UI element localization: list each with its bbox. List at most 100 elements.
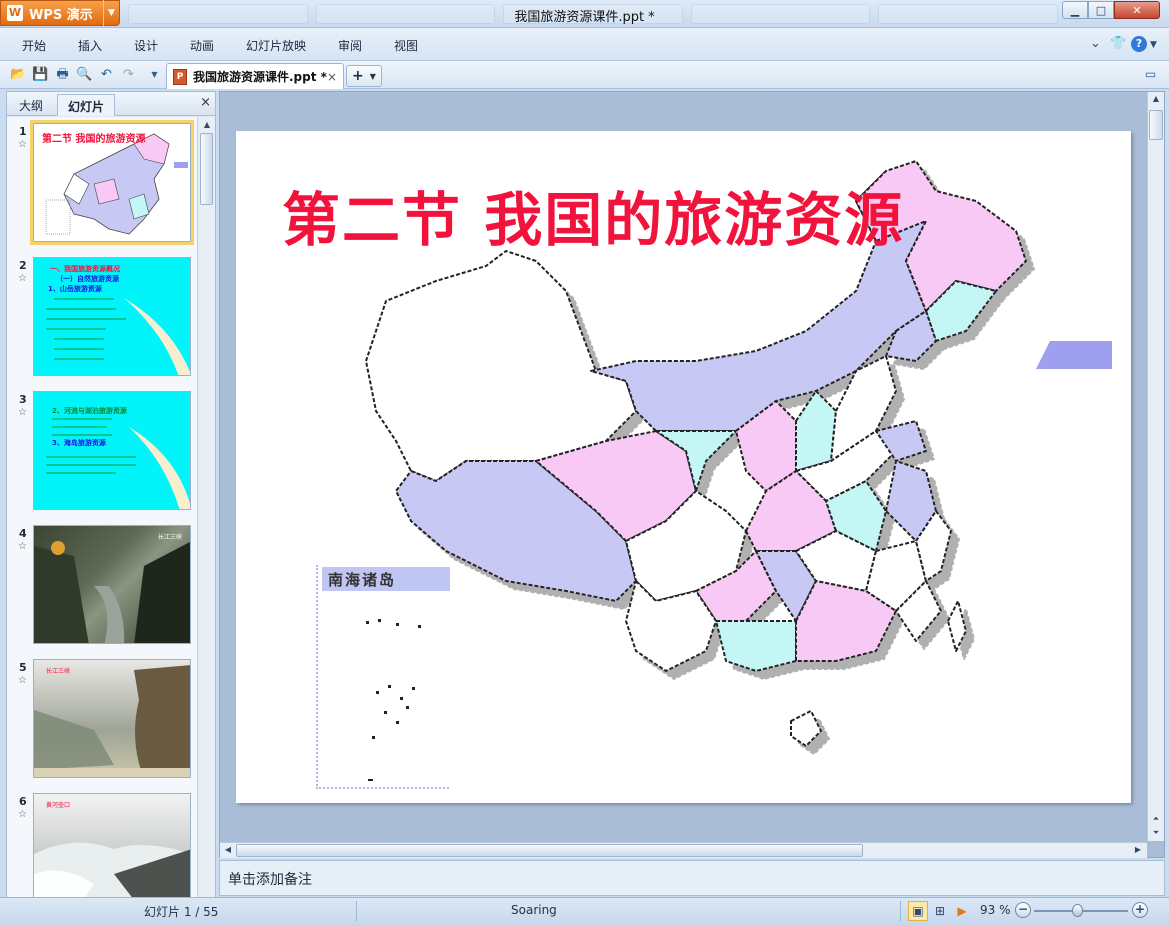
slide-thumbnail-row[interactable]: 1 ☆ 第二节 我国的旅游资源 [7,120,197,253]
scroll-right-icon[interactable]: ▶ [1130,845,1146,854]
slide-number: 6 [19,795,27,808]
menu-bar: 开始 插入 设计 动画 幻灯片放映 审阅 视图 ⌄ 👕 ? ▼ [0,28,1169,61]
ppt-file-icon: P [173,68,187,85]
thumbnail-scrollbar[interactable]: ▲ [197,117,215,897]
tab-slides[interactable]: 幻灯片 [57,94,116,116]
thumbnail-line: 1、山岳旅游资源 [48,285,102,293]
theme-name: Soaring [511,903,557,917]
slide-number: 3 [19,393,27,406]
next-slide-icon[interactable]: ⏷ [1148,828,1164,838]
zoom-out-button[interactable]: − [1015,902,1031,918]
panel-toggle-icon[interactable]: ▭ [1142,66,1159,83]
previous-slide-icon[interactable]: ⏶ [1148,814,1164,824]
animation-star-icon: ☆ [18,541,27,552]
help-button[interactable]: ? [1131,36,1147,52]
pane-tabs: 大纲 幻灯片 × [7,92,215,116]
scroll-thumb[interactable] [236,844,863,857]
chevron-down-icon[interactable]: ▼ [370,72,376,81]
document-tab-label: 我国旅游资源课件.ppt * [193,70,327,84]
slide-counter: 幻灯片 1 / 55 [144,905,219,919]
slide-thumbnail[interactable]: 长江三峡 [33,525,191,644]
title-bar: W WPS 演示 ▼ 我国旅游资源课件.ppt * ▁ □ ✕ [0,0,1169,28]
slide-thumbnail-row[interactable]: 5 ☆ 长江三峡 [7,657,197,789]
close-tab-icon[interactable]: × [327,70,337,84]
chevron-down-icon[interactable]: ⌄ [1090,36,1101,51]
slide-thumbnail[interactable]: 黄河壶口 [33,793,191,897]
editor-vertical-scrollbar[interactable]: ▲ ⏶ ⏷ [1147,92,1164,841]
help-dropdown-icon[interactable]: ▼ [1150,40,1157,50]
close-pane-icon[interactable]: × [200,95,211,110]
menu-design[interactable]: 设计 [134,37,158,54]
thumbnail-title: 第二节 我国的旅游资源 [42,134,146,145]
slide-number: 1 [19,125,27,138]
slide-thumbnail[interactable]: 第二节 我国的旅游资源 [30,120,194,245]
animation-star-icon: ☆ [18,139,27,150]
notes-placeholder: 单击添加备注 [228,872,312,888]
notes-pane[interactable]: 单击添加备注 [219,860,1165,896]
minimize-button[interactable]: ▁ [1062,1,1088,19]
thumbnail-line: 2、河流与湖泊旅游资源 [52,407,127,415]
zoom-in-button[interactable]: + [1132,902,1148,918]
south-china-sea-inset [316,565,449,789]
slide-title[interactable]: 第二节 我国的旅游资源 [282,173,904,257]
slide-number: 2 [19,259,27,272]
slide-thumbnail-row[interactable]: 6 ☆ 黄河壶口 [7,791,197,897]
gorge-photo [34,541,190,643]
slide-thumbnail[interactable]: 长江三峡 [33,659,191,778]
zoom-level[interactable]: 93 % [980,903,1011,917]
slide-thumbnail-row[interactable]: 2 ☆ 一、我国旅游资源概况 （一）自然旅游资源 1、山岳旅游资源 [7,255,197,387]
gorge-photo [34,665,190,777]
menu-home[interactable]: 开始 [22,37,46,54]
slide-thumbnail[interactable]: 2、河流与湖泊旅游资源 3、海岛旅游资源 [33,391,191,510]
window-title: 我国旅游资源课件.ppt * [514,10,655,25]
print-preview-icon[interactable]: 🔍 [76,66,93,83]
plus-icon: + [352,68,364,84]
menu-insert[interactable]: 插入 [78,37,102,54]
menu-animation[interactable]: 动画 [190,37,214,54]
scroll-up-icon[interactable]: ▲ [1148,94,1164,103]
divider [900,901,901,921]
thumbnail-line: 3、海岛旅游资源 [52,439,106,447]
print-icon[interactable]: 🖶 [54,66,71,83]
thumbnail-caption: 黄河壶口 [46,802,71,809]
menu-review[interactable]: 审阅 [338,37,362,54]
open-folder-icon[interactable]: 📂 [10,66,27,83]
help-icon: ? [1131,36,1147,52]
slide-sorter-view-icon[interactable]: ⊞ [930,901,950,921]
animation-star-icon: ☆ [18,675,27,686]
undo-icon[interactable]: ↶ [98,66,115,83]
status-bar: 幻灯片 1 / 55 Soaring ▣ ⊞ ▶ 93 % − + [0,897,1169,925]
animation-star-icon: ☆ [18,273,27,284]
zoom-slider-handle[interactable] [1072,904,1083,917]
dam-photo [34,842,190,897]
customize-dropdown-icon[interactable]: ▼ [146,66,163,83]
quick-access-toolbar: 📂 💾 🖶 🔍 ↶ ↷ ▼ P 我国旅游资源课件.ppt * × + ▼ ▭ [0,61,1169,89]
scroll-up-icon[interactable]: ▲ [199,120,215,129]
blue-parallelogram-shape[interactable] [1036,341,1112,369]
tab-outline[interactable]: 大纲 [9,94,53,116]
menu-slideshow[interactable]: 幻灯片放映 [246,37,306,54]
slideshow-view-icon[interactable]: ▶ [952,901,972,921]
scroll-thumb[interactable] [1149,110,1163,140]
editor-horizontal-scrollbar[interactable]: ◀ ▶ [220,842,1147,858]
redo-icon[interactable]: ↷ [120,66,137,83]
scroll-left-icon[interactable]: ◀ [220,845,236,854]
document-tab[interactable]: P 我国旅游资源课件.ppt * × [166,63,344,89]
close-window-button[interactable]: ✕ [1114,1,1160,19]
slide-thumbnail-row[interactable]: 3 ☆ 2、河流与湖泊旅游资源 3、海岛旅游资源 [7,389,197,521]
maximize-button[interactable]: □ [1088,1,1114,19]
slide-thumbnail-row[interactable]: 4 ☆ 长江三峡 [7,523,197,655]
skin-shirt-icon[interactable]: 👕 [1110,36,1126,51]
slide-number: 4 [19,527,27,540]
thumbnail-line: （一）自然旅游资源 [56,275,119,283]
current-slide[interactable]: 南海诸岛 第二节 我国的旅游资源 [236,131,1131,803]
divider [356,901,357,921]
scroll-thumb[interactable] [200,133,213,205]
menu-view[interactable]: 视图 [394,37,418,54]
normal-view-icon[interactable]: ▣ [908,901,928,921]
save-icon[interactable]: 💾 [32,66,49,83]
slide-thumbnail[interactable]: 一、我国旅游资源概况 （一）自然旅游资源 1、山岳旅游资源 [33,257,191,376]
slide-navigation-pane: 大纲 幻灯片 × 1 ☆ 第二节 我国的旅游资源 2 ☆ 一、我国旅游资源概况 … [6,91,216,898]
thumbnail-line: 一、我国旅游资源概况 [50,265,120,273]
new-tab-button[interactable]: + ▼ [346,65,382,87]
